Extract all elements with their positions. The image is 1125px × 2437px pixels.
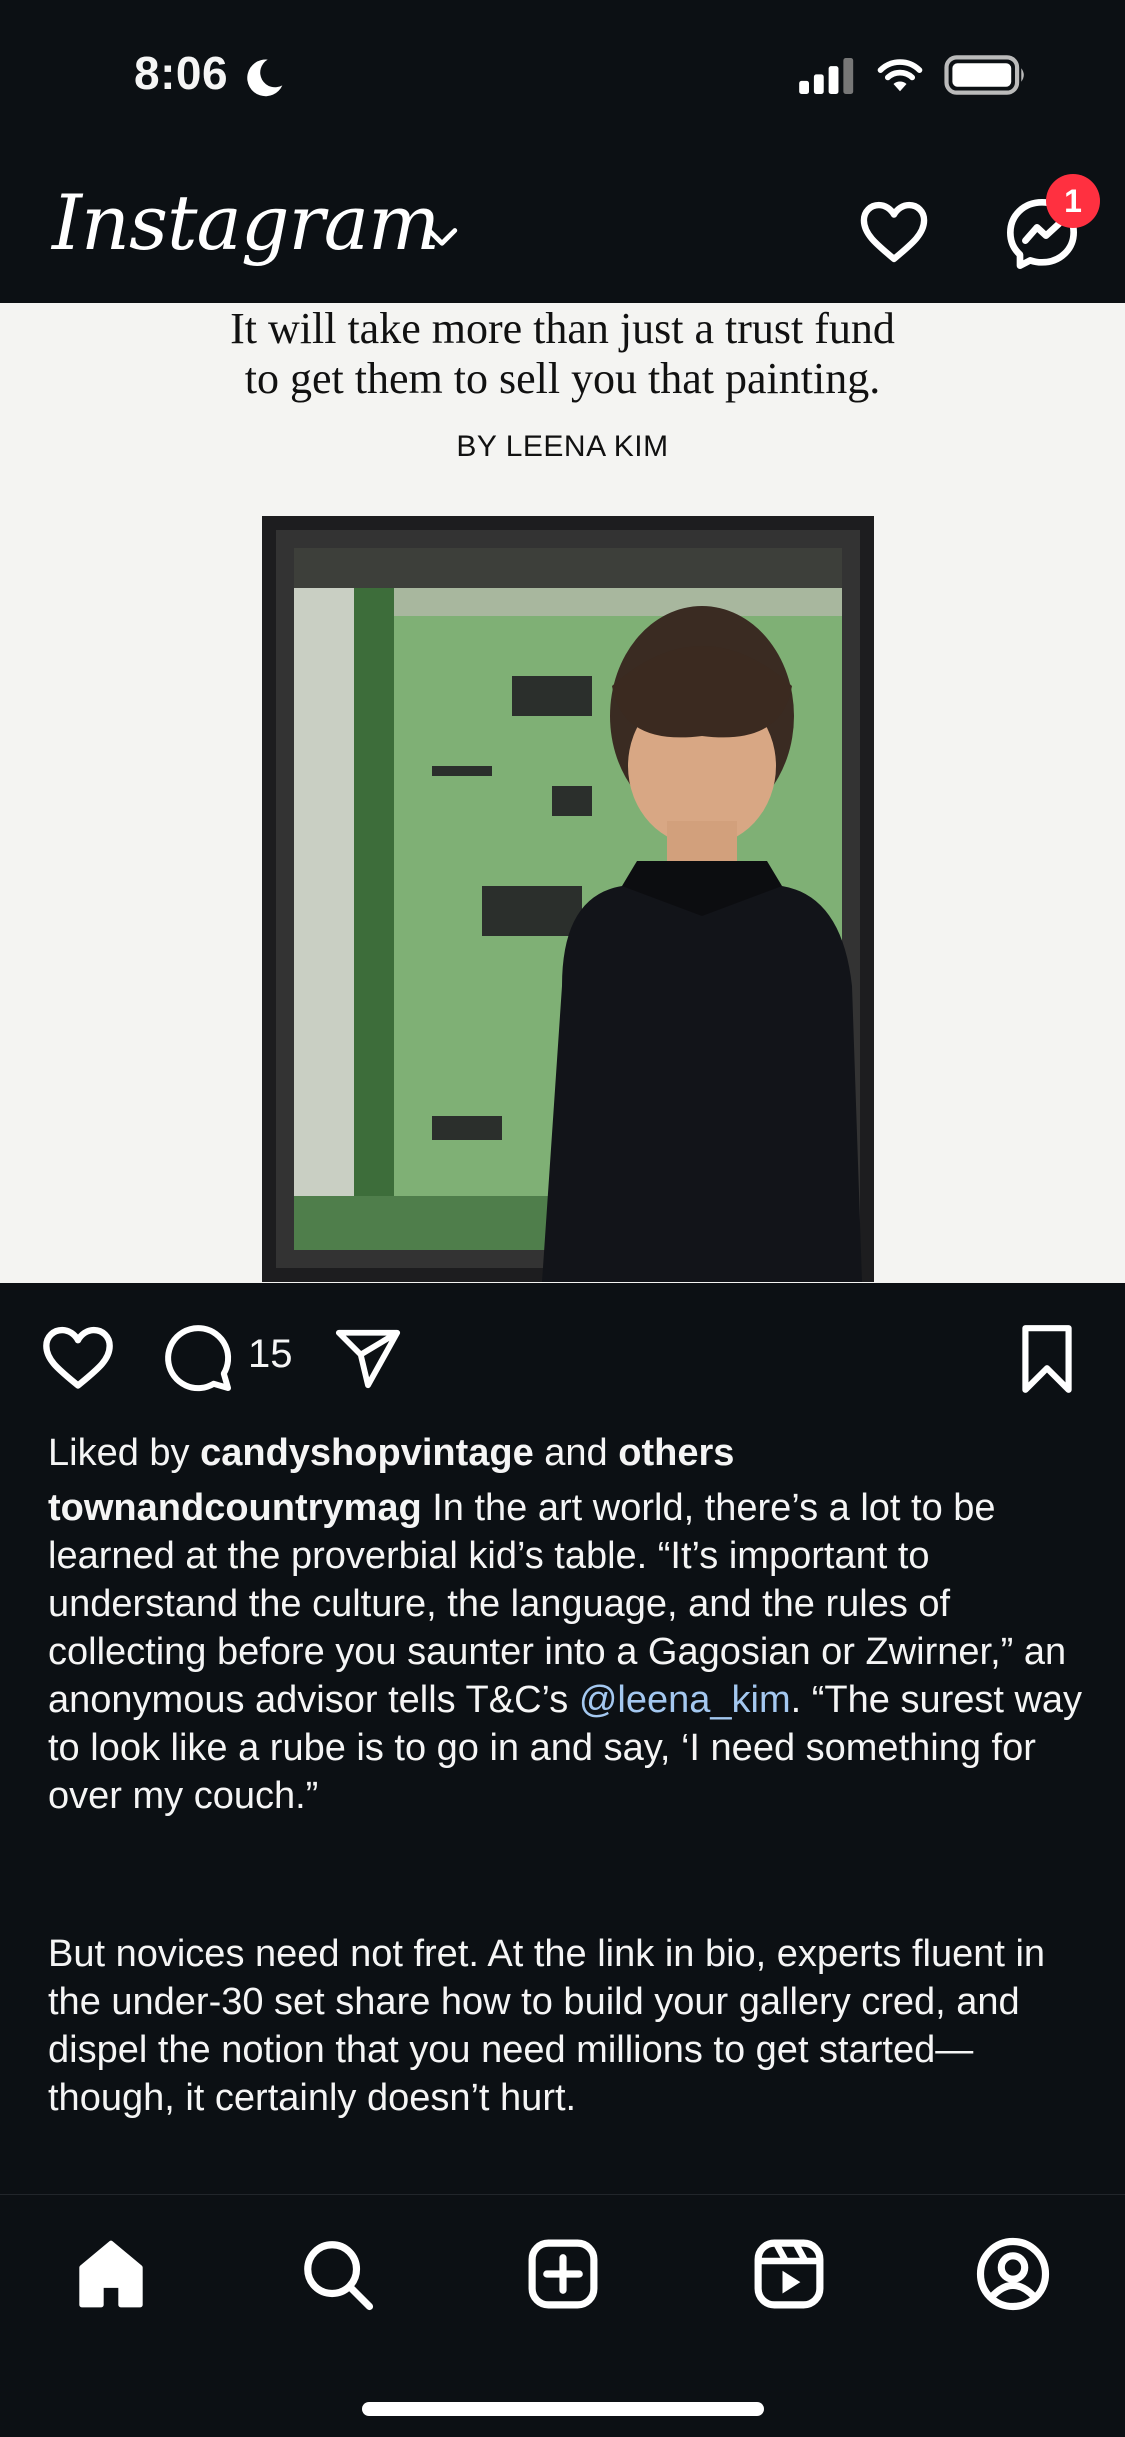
caption-paragraph-2: But novices need not fret. At the link i…: [48, 1933, 1046, 2119]
comment-icon[interactable]: [162, 1322, 234, 1394]
wifi-icon: [877, 59, 923, 92]
chevron-down-icon[interactable]: [420, 214, 464, 258]
reels-icon[interactable]: [750, 2235, 828, 2313]
image-byline: BY LEENA KIM: [456, 430, 669, 463]
liked-by-others[interactable]: others: [618, 1432, 734, 1474]
share-icon[interactable]: [332, 1324, 404, 1394]
status-bar: 8:06: [0, 0, 1125, 150]
caption-mention[interactable]: @leena_kim: [579, 1679, 791, 1721]
moon-icon: [247, 59, 283, 97]
create-icon[interactable]: [524, 2235, 602, 2313]
bottom-tab-bar: [0, 2194, 1125, 2437]
image-headline-line1: It will take more than just a trust fund: [230, 304, 895, 353]
signal-icon: [799, 58, 854, 94]
liked-by-and: and: [533, 1432, 619, 1474]
image-headline: It will take more than just a trust fund…: [0, 304, 1125, 404]
image-headline-line2: to get them to sell you that painting.: [244, 354, 881, 403]
home-indicator[interactable]: [362, 2402, 764, 2416]
liked-by-user[interactable]: candyshopvintage: [200, 1432, 534, 1474]
search-icon[interactable]: [298, 2235, 376, 2313]
post-caption: townandcountrymag In the art world, ther…: [48, 1484, 1088, 1820]
status-time: 8:06: [134, 47, 229, 99]
like-icon[interactable]: [40, 1322, 116, 1392]
bookmark-icon[interactable]: [1016, 1322, 1078, 1396]
liked-by-prefix: Liked by: [48, 1432, 201, 1474]
comment-count[interactable]: 15: [248, 1332, 293, 1377]
post-author[interactable]: townandcountrymag: [48, 1487, 422, 1529]
notification-badge: 1: [1046, 174, 1100, 228]
profile-icon[interactable]: [974, 2235, 1052, 2313]
app-header: Instagram 1: [0, 170, 1125, 302]
painting-artwork: [262, 516, 874, 1282]
heart-icon[interactable]: [856, 194, 932, 270]
battery-icon: [944, 55, 1024, 95]
home-icon[interactable]: [72, 2235, 150, 2313]
liked-by-line: Liked by candyshopvintage and others: [48, 1432, 734, 1475]
instagram-logo[interactable]: Instagram: [52, 178, 440, 267]
post-actions: 15: [0, 1310, 1125, 1410]
